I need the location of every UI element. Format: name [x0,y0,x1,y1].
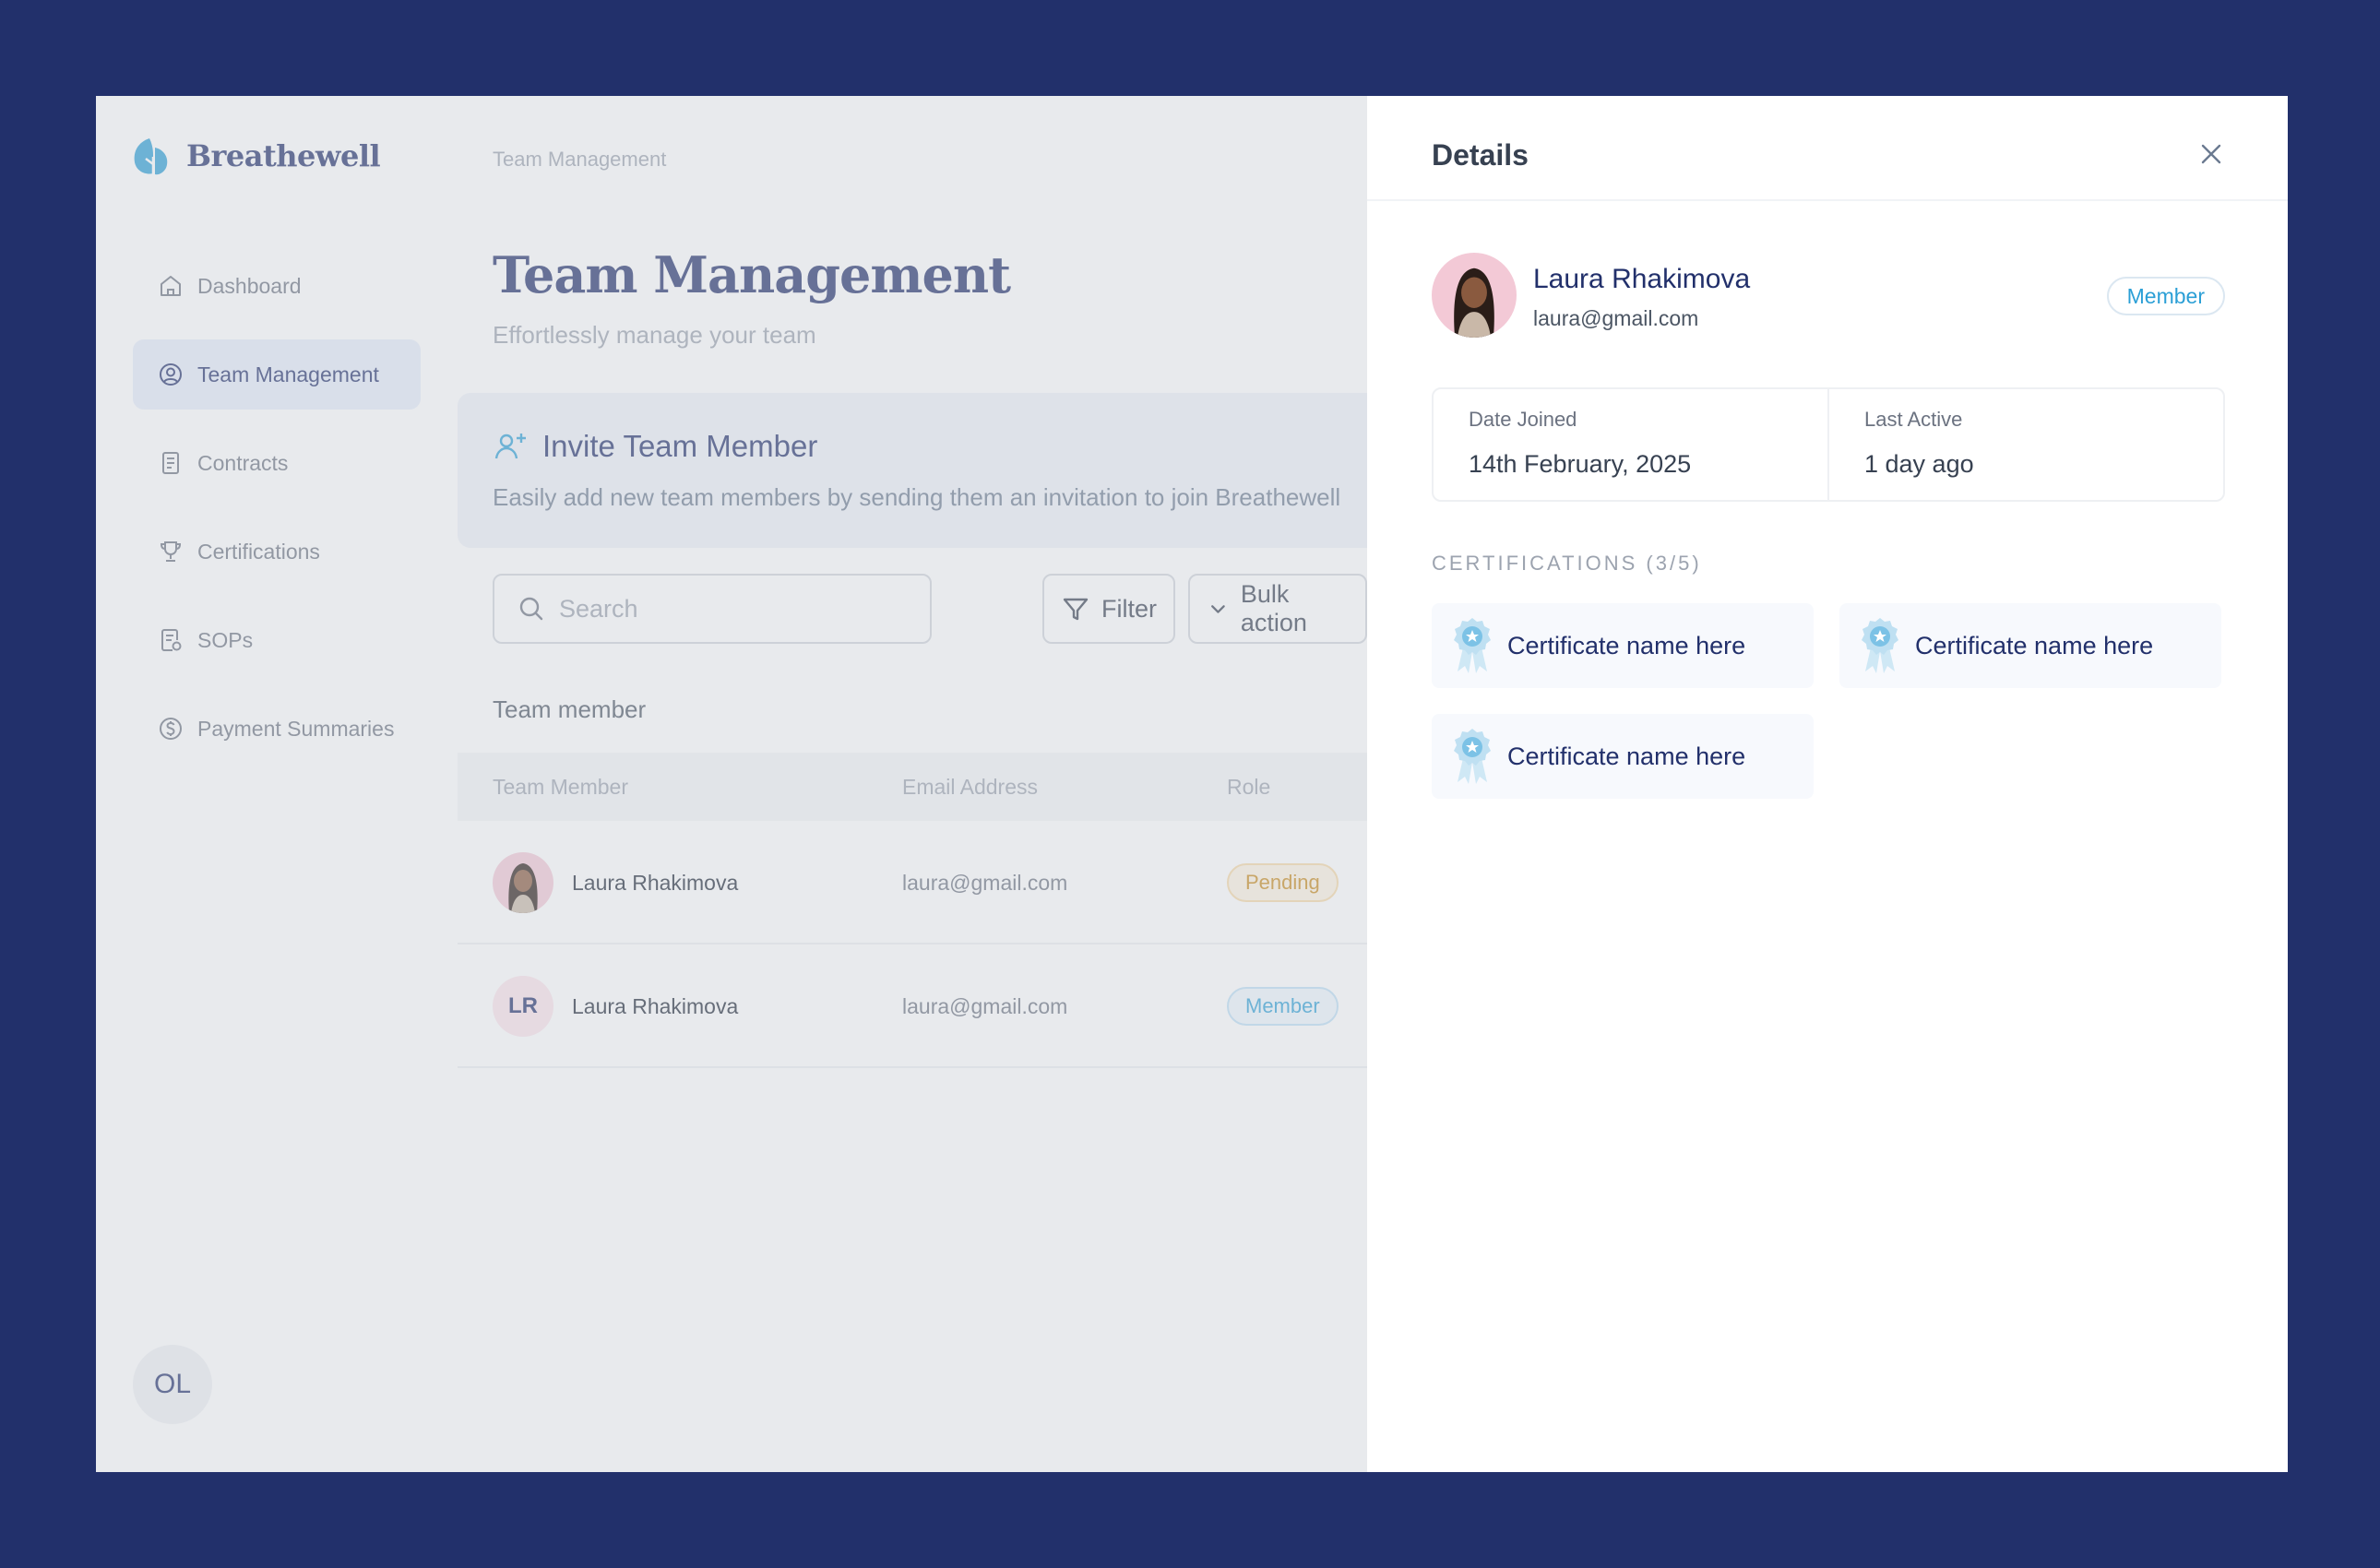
date-joined: Date Joined 14th February, 2025 [1434,389,1827,500]
app-background: Breathewell Dashboard Team Management Co… [96,96,1472,1472]
certificate-name: Certificate name here [1915,631,2154,659]
award-ribbon-icon [1454,618,1491,673]
close-icon [2201,144,2221,164]
award-ribbon-icon [1862,618,1898,673]
last-active: Last Active 1 day ago [1827,389,2223,500]
modal-backdrop[interactable] [96,96,1367,1472]
app-window: Breathewell Dashboard Team Management Co… [96,96,2288,1472]
person-photo-icon [1432,253,1517,338]
member-meta: Date Joined 14th February, 2025 Last Act… [1432,387,2225,502]
role-badge: Member [2106,277,2225,315]
close-button[interactable] [2196,138,2227,170]
profile-email: laura@gmail.com [1533,306,1699,330]
date-joined-label: Date Joined [1469,408,1577,431]
certificate-card[interactable]: Certificate name here [1432,714,1814,799]
profile-name: Laura Rhakimova [1533,264,1751,294]
last-active-label: Last Active [1864,408,1963,431]
certificate-card[interactable]: Certificate name here [1432,603,1814,688]
details-header: Details [1367,96,2288,201]
certifications-heading: CERTIFICATIONS (3/5) [1432,552,1702,575]
certificate-name: Certificate name here [1507,631,1746,659]
certificate-card[interactable]: Certificate name here [1839,603,2221,688]
certificate-name: Certificate name here [1507,742,1746,770]
details-title: Details [1432,138,1529,172]
details-panel: Details Laura Rhakimova laura@gmail.com … [1367,96,2288,1472]
last-active-value: 1 day ago [1864,450,1974,478]
avatar [1432,253,1517,338]
profile-summary: Laura Rhakimova laura@gmail.com Member [1432,253,2225,341]
date-joined-value: 14th February, 2025 [1469,450,1692,478]
award-ribbon-icon [1454,729,1491,784]
